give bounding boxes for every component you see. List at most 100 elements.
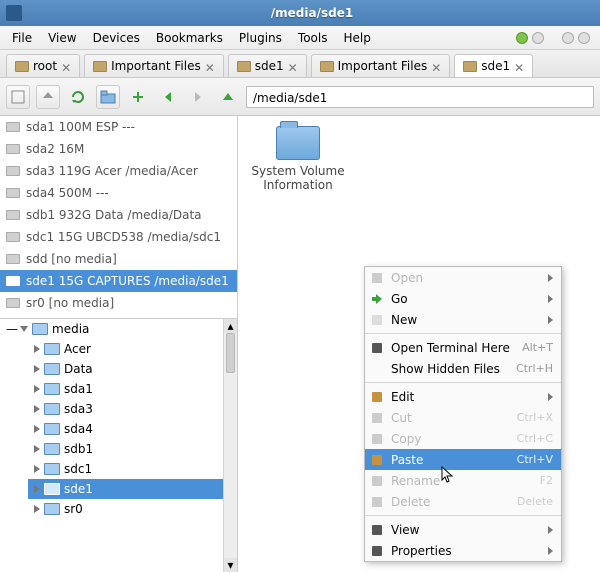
device-row[interactable]: sr0 [no media] [0,292,237,314]
scroll-up-icon[interactable]: ▴ [224,319,237,333]
expand-icon[interactable] [34,465,40,473]
reload-button[interactable] [66,85,90,109]
close-icon[interactable]: ✕ [205,61,215,71]
ctx-edit[interactable]: Edit [365,386,561,407]
edit-icon [369,389,385,405]
device-row[interactable]: sda2 16M [0,138,237,160]
tree-label: media [52,322,89,336]
tree-row[interactable]: sda3 [28,399,237,419]
tree-row[interactable]: sda1 [28,379,237,399]
menu-file[interactable]: File [4,28,40,48]
folder-icon [44,463,60,475]
close-icon[interactable]: ✕ [514,61,524,71]
device-label: sdc1 15G UBCD538 /media/sdc1 [26,230,221,244]
menu-devices[interactable]: Devices [85,28,148,48]
expand-icon[interactable] [20,326,28,332]
tree-row[interactable]: Data [28,359,237,379]
folder-icon [44,483,60,495]
menu-tools[interactable]: Tools [290,28,336,48]
ctx-go[interactable]: Go [365,288,561,309]
properties-icon [369,543,385,559]
tree-row[interactable]: sde1 [28,479,237,499]
tree-label: Acer [64,342,91,356]
open-icon [369,270,385,286]
device-row[interactable]: sdb1 932G Data /media/Data [0,204,237,226]
tree-label: sr0 [64,502,83,516]
ctx-shortcut: F2 [540,474,553,487]
dot-icon [532,32,544,44]
tab-sde1-2[interactable]: sde1✕ [454,54,533,77]
path-input[interactable]: /media/sde1 [246,86,594,108]
ctx-paste[interactable]: PasteCtrl+V [365,449,561,470]
menu-bookmarks[interactable]: Bookmarks [148,28,231,48]
tree-row[interactable]: Acer [28,339,237,359]
device-row[interactable]: sdc1 15G UBCD538 /media/sdc1 [0,226,237,248]
copy-icon [369,431,385,447]
scrollbar-thumb[interactable] [226,333,235,373]
expand-icon[interactable] [34,485,40,493]
tree-row[interactable]: sdb1 [28,439,237,459]
device-row[interactable]: sde1 15G CAPTURES /media/sde1 [0,270,237,292]
tab-important-1[interactable]: Important Files ✕ [84,54,224,77]
drive-icon [6,144,20,154]
tree-row[interactable]: sda4 [28,419,237,439]
ctx-label: Show Hidden Files [391,362,510,376]
close-icon[interactable]: ✕ [431,61,441,71]
expand-icon[interactable] [34,505,40,513]
folder-icon [44,443,60,455]
expand-icon[interactable] [34,345,40,353]
back-button[interactable] [156,85,180,109]
tree-row[interactable]: sr0 [28,499,237,519]
tree-row[interactable]: sdc1 [28,459,237,479]
tab-root[interactable]: root✕ [6,54,80,77]
up-button[interactable] [216,85,240,109]
device-row[interactable]: sda4 500M --- [0,182,237,204]
ctx-properties[interactable]: Properties [365,540,561,561]
expand-icon[interactable] [34,365,40,373]
collapse-icon[interactable]: — [6,322,16,336]
close-icon[interactable]: ✕ [61,61,71,71]
new-tab-button[interactable] [126,85,150,109]
device-label: sda3 119G Acer /media/Acer [26,164,198,178]
expand-icon[interactable] [34,445,40,453]
tree-label: sdb1 [64,442,93,456]
scroll-down-icon[interactable]: ▾ [224,558,237,572]
ctx-show-hidden-files[interactable]: Show Hidden FilesCtrl+H [365,358,561,379]
delete-icon [369,494,385,510]
expand-icon[interactable] [34,385,40,393]
tree-panel: — media Acer Datasda1sda3sda4 sdb1 sdc1sde1 sr… [0,319,237,572]
tab-sde1-1[interactable]: sde1✕ [228,54,307,77]
forward-button[interactable] [186,85,210,109]
menu-plugins[interactable]: Plugins [231,28,290,48]
tab-important-2[interactable]: Important Files✕ [311,54,451,77]
ctx-view[interactable]: View [365,519,561,540]
tab-label: Important Files [111,59,201,73]
status-dots [516,32,596,44]
expand-icon[interactable] [34,405,40,413]
panel-button[interactable] [6,85,30,109]
tree-row-media[interactable]: — media [0,319,237,339]
close-icon[interactable]: ✕ [288,61,298,71]
device-row[interactable]: sdd [no media] [0,248,237,270]
device-row[interactable]: sda3 119G Acer /media/Acer [0,160,237,182]
device-row[interactable]: sda1 100M ESP --- [0,116,237,138]
dot-icon [578,32,590,44]
submenu-arrow-icon [548,316,553,324]
menubar: File View Devices Bookmarks Plugins Tool… [0,26,600,50]
devices-list: sda1 100M ESP ---sda2 16M sda3 119G Acer … [0,116,237,319]
device-label: sde1 15G CAPTURES /media/sde1 [26,274,229,288]
drive-icon [6,276,20,286]
eject-button[interactable] [36,85,60,109]
device-label: sr0 [no media] [26,296,114,310]
ctx-label: Cut [391,411,511,425]
ctx-open-terminal-here[interactable]: Open Terminal HereAlt+T [365,337,561,358]
scrollbar[interactable]: ▴ ▾ [223,319,237,572]
file-item[interactable]: System Volume Information [248,126,348,192]
menu-help[interactable]: Help [335,28,378,48]
drive-icon [6,298,20,308]
menu-view[interactable]: View [40,28,84,48]
ctx-new[interactable]: New [365,309,561,330]
folder-open-button[interactable] [96,85,120,109]
folder-icon [44,503,60,515]
expand-icon[interactable] [34,425,40,433]
